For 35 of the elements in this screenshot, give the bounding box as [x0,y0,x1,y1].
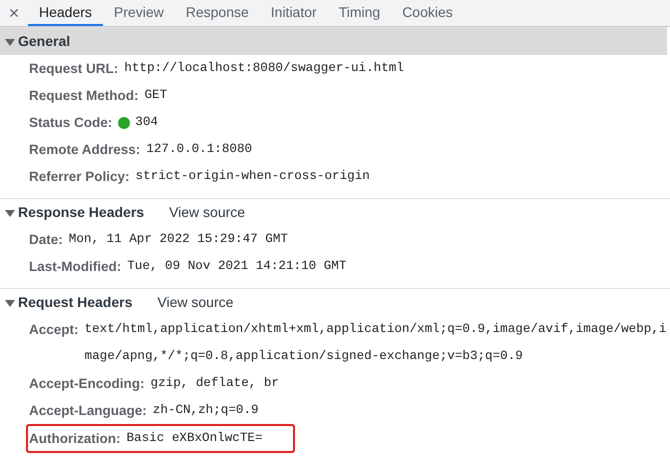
section-title[interactable]: General [18,31,70,52]
tab[interactable]: Preview [102,0,175,26]
header-name: Accept-Encoding: [29,375,145,393]
tab[interactable]: Initiator [260,0,328,26]
close-button[interactable]: × [0,0,28,26]
header-name: Accept-Language: [29,402,147,420]
tab[interactable]: Cookies [391,0,464,26]
header-value: strict-origin-when-cross-origin [136,168,371,185]
header-name: Referrer Policy: [29,168,130,186]
tab[interactable]: Response [174,0,260,26]
header-name: Status Code: [29,114,112,132]
header-value: 304 [135,114,159,131]
header-value: http://localhost:8080/swagger-ui.html [124,60,405,77]
header-name: Date: [29,231,63,249]
collapse-triangle-icon[interactable] [4,36,16,46]
header-name: Authorization: [29,430,120,448]
section-title[interactable]: Request Headers [18,292,132,313]
header-value: gzip, deflate, br [150,375,280,392]
header-name: Last-Modified: [29,258,122,276]
header-name: Accept: [29,321,79,339]
header-value: zh-CN,zh;q=0.9 [152,402,260,419]
header-value: GET [144,87,168,104]
view-source-link[interactable]: View source [157,292,234,313]
header-name: Request URL: [29,60,118,78]
header-value: Mon, 11 Apr 2022 15:29:47 GMT [68,231,289,248]
header-name: Request Method: [29,87,138,105]
tab[interactable]: Timing [328,0,392,26]
view-source-link[interactable]: View source [169,202,246,223]
header-value: Basic eXBxOnlwcTE= [126,430,263,447]
header-name: Remote Address: [29,141,140,159]
section-title[interactable]: Response Headers [18,202,144,223]
collapse-triangle-icon[interactable] [4,298,16,308]
header-value: Tue, 09 Nov 2021 14:21:10 GMT [127,258,348,275]
header-value: 127.0.0.1:8080 [146,141,254,158]
collapse-triangle-icon[interactable] [4,208,16,218]
